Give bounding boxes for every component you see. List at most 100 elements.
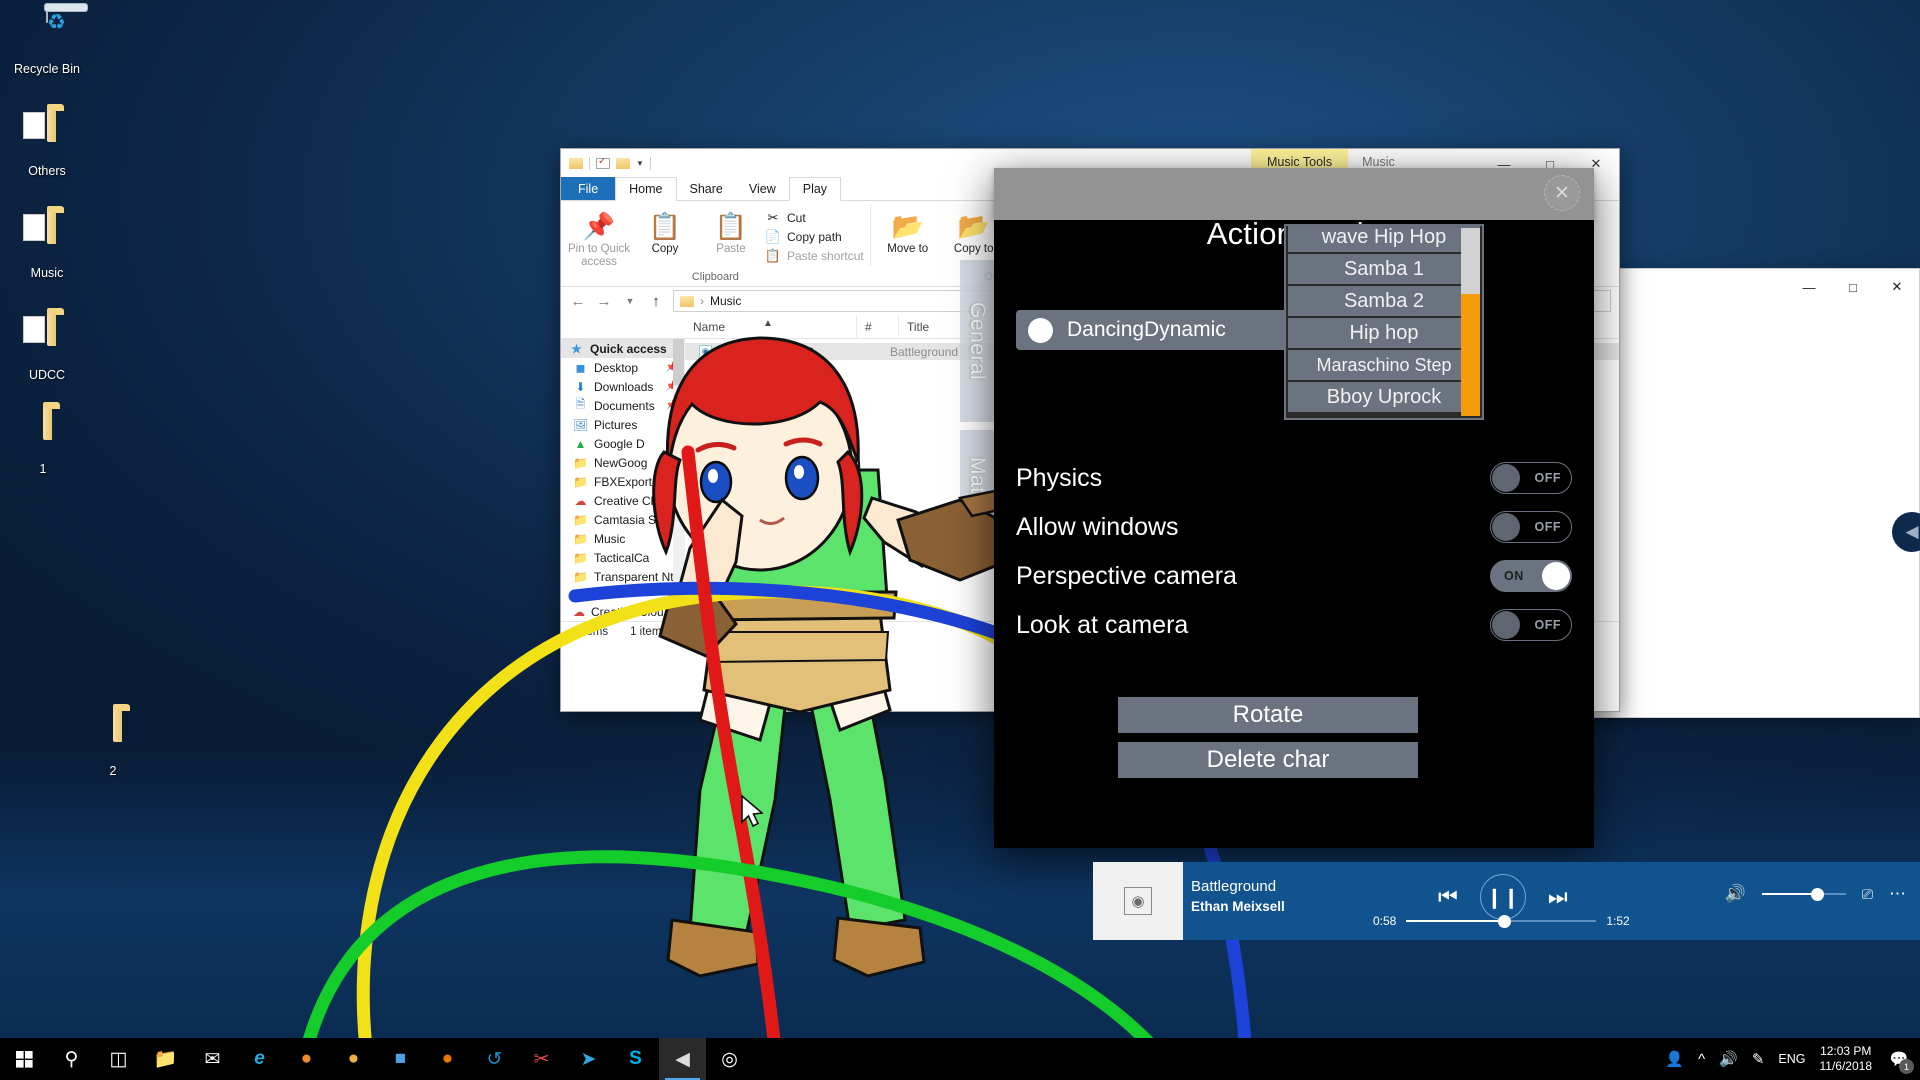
nav-fbxexport[interactable]: 📁 FBXExport bbox=[561, 472, 684, 491]
file-explorer-icon[interactable]: 📁 bbox=[142, 1038, 189, 1080]
task-view-icon[interactable]: ◫ bbox=[95, 1038, 142, 1080]
mail-icon[interactable]: ✉ bbox=[189, 1038, 236, 1080]
desktop-icon-others[interactable]: Others bbox=[4, 110, 90, 178]
telegram-icon[interactable]: ➤ bbox=[565, 1038, 612, 1080]
desktop-icon-2[interactable]: 2 bbox=[70, 710, 156, 778]
volume-handle[interactable] bbox=[1811, 888, 1824, 901]
scrollbar-track-upper[interactable] bbox=[1461, 228, 1480, 294]
close-button[interactable]: ✕ bbox=[1875, 269, 1919, 305]
tab-general[interactable]: General bbox=[960, 260, 994, 422]
nav-scrollbar[interactable] bbox=[673, 339, 684, 621]
nav-pictures[interactable]: 🖼 Pictures bbox=[561, 415, 684, 434]
pen-icon[interactable]: ✎ bbox=[1752, 1050, 1765, 1068]
nav-creative-cloud-files[interactable]: ☁ Creative Clou Fil ▾ bbox=[561, 602, 684, 621]
desktop-icon-udcc[interactable]: UDCC bbox=[4, 314, 90, 382]
volume-slider[interactable] bbox=[1762, 893, 1846, 895]
tab-view[interactable]: View bbox=[736, 178, 789, 200]
column-number[interactable]: # bbox=[857, 315, 899, 339]
perspective-camera-toggle[interactable]: ON bbox=[1490, 560, 1572, 592]
action-mode-panel[interactable]: Action mode DancingDynamic ▲▼ wave Hip H… bbox=[994, 168, 1594, 848]
up-button[interactable]: ↑ bbox=[647, 293, 665, 310]
desktop-icon-music[interactable]: Music bbox=[4, 212, 90, 280]
seek-handle[interactable] bbox=[1498, 915, 1511, 928]
list-item[interactable]: Bboy Uprock bbox=[1288, 382, 1480, 412]
tab-file[interactable]: File bbox=[561, 177, 615, 200]
list-item[interactable]: Maraschino Step bbox=[1288, 350, 1480, 380]
cast-icon[interactable]: ⎚ bbox=[1862, 886, 1873, 903]
rotate-button[interactable]: Rotate bbox=[1118, 697, 1418, 733]
nav-tacticalca[interactable]: 📁 TacticalCa bbox=[561, 548, 684, 567]
search-icon[interactable]: ⚲ bbox=[48, 1038, 95, 1080]
recent-locations-button[interactable]: ▼ bbox=[621, 296, 639, 306]
physics-toggle[interactable]: OFF bbox=[1490, 462, 1572, 494]
teamviewer-icon[interactable]: ↺ bbox=[471, 1038, 518, 1080]
scrollbar-thumb[interactable] bbox=[673, 339, 684, 385]
forward-button[interactable]: → bbox=[595, 293, 613, 310]
edge-icon[interactable]: e bbox=[236, 1038, 283, 1080]
secondary-app-window[interactable]: — □ ✕ bbox=[1593, 268, 1920, 718]
tab-material[interactable]: Material bbox=[960, 430, 994, 562]
language-indicator[interactable]: ENG bbox=[1778, 1052, 1805, 1066]
seek-bar[interactable] bbox=[1406, 920, 1596, 922]
tab-home[interactable]: Home bbox=[615, 177, 676, 201]
list-item[interactable]: Samba 2 bbox=[1288, 286, 1480, 316]
scrollbar-thumb[interactable] bbox=[1461, 294, 1480, 416]
people-icon[interactable]: 👤 bbox=[1665, 1050, 1684, 1068]
taskbar[interactable]: ⚲ ◫ 📁 ✉ e ● ● ■ ● ↺ ✂ ➤ S ◀ ◎ 👤 ^ 🔊 ✎ EN… bbox=[0, 1038, 1920, 1080]
copy-button[interactable]: 📋 Copy bbox=[633, 207, 697, 256]
desktop-icon-1[interactable]: 1 bbox=[0, 408, 86, 476]
delete-char-button[interactable]: Delete char bbox=[1118, 742, 1418, 778]
nav-newgoog[interactable]: 📁 NewGoog bbox=[561, 453, 684, 472]
more-options-icon[interactable]: ⋯ bbox=[1889, 884, 1906, 904]
paste-button[interactable]: 📋 Paste bbox=[699, 207, 763, 256]
nav-camtasia[interactable]: 📁 Camtasia Stu bbox=[561, 510, 684, 529]
allow-windows-toggle[interactable]: OFF bbox=[1490, 511, 1572, 543]
look-at-camera-toggle[interactable]: OFF bbox=[1490, 609, 1572, 641]
nav-documents[interactable]: 🗎 Documents 📌 bbox=[561, 396, 684, 415]
tab-play[interactable]: Play bbox=[789, 177, 841, 201]
blender-icon[interactable]: ● bbox=[424, 1038, 471, 1080]
close-circle-icon[interactable]: ✕ bbox=[1544, 175, 1580, 211]
minimize-button[interactable]: — bbox=[1787, 269, 1831, 305]
app-dark-icon[interactable]: ◀ bbox=[659, 1038, 706, 1080]
new-folder-icon[interactable] bbox=[616, 158, 630, 169]
chrome-icon[interactable]: ● bbox=[330, 1038, 377, 1080]
windows-start-icon[interactable] bbox=[0, 1038, 48, 1080]
move-to-button[interactable]: 📂 Move to bbox=[876, 207, 940, 256]
back-button[interactable]: ← bbox=[569, 293, 587, 310]
column-name[interactable]: Name ▲ bbox=[685, 315, 857, 339]
nav-music[interactable]: 📁 Music bbox=[561, 529, 684, 548]
camtasia-icon[interactable]: ◎ bbox=[706, 1038, 753, 1080]
desktop-icon-recycle-bin[interactable]: Recycle Bin bbox=[4, 8, 90, 76]
cut-button[interactable]: ✂ Cut bbox=[765, 210, 864, 226]
next-track-icon[interactable]: ⏭ bbox=[1548, 884, 1568, 910]
copy-path-button[interactable]: 📄 Copy path bbox=[765, 229, 864, 245]
nav-creative-cloud[interactable]: ☁ Creative Clou bbox=[561, 491, 684, 510]
show-hidden-icons[interactable]: ^ bbox=[1698, 1051, 1705, 1068]
skype-icon[interactable]: S bbox=[612, 1038, 659, 1080]
fl-studio-icon[interactable]: ● bbox=[283, 1038, 330, 1080]
notification-icon[interactable]: 💬 1 bbox=[1886, 1046, 1912, 1072]
nav-transparent[interactable]: 📁 Transparent Nt bbox=[561, 567, 684, 586]
maximize-button[interactable]: □ bbox=[1831, 269, 1875, 305]
nav-desktop[interactable]: ◼ Desktop 📌 bbox=[561, 358, 684, 377]
folder-icon[interactable] bbox=[569, 158, 583, 169]
list-item[interactable]: Hip hop bbox=[1288, 318, 1480, 348]
clock[interactable]: 12:03 PM 11/6/2018 bbox=[1820, 1044, 1873, 1074]
previous-track-icon[interactable]: ⏮ bbox=[1438, 884, 1458, 910]
action-list[interactable]: wave Hip Hop Samba 1 Samba 2 Hip hop Mar… bbox=[1284, 224, 1484, 420]
pin-to-quick-access-button[interactable]: 📌 Pin to Quick access bbox=[567, 207, 631, 269]
chevron-down-icon[interactable]: ▼ bbox=[636, 159, 644, 168]
nav-downloads[interactable]: ⬇ Downloads 📌 bbox=[561, 377, 684, 396]
properties-icon[interactable] bbox=[596, 158, 610, 169]
nav-quick-access[interactable]: ★ Quick access bbox=[561, 339, 684, 358]
photoshop-icon[interactable]: ✂ bbox=[518, 1038, 565, 1080]
navigation-pane[interactable]: ★ Quick access ◼ Desktop 📌 ⬇ Downloads 📌… bbox=[561, 339, 685, 621]
nav-google-drive[interactable]: ▲ Google D bbox=[561, 434, 684, 453]
paste-shortcut-button[interactable]: 📋 Paste shortcut bbox=[765, 248, 864, 264]
list-item[interactable]: Samba 1 bbox=[1288, 254, 1480, 284]
volume-icon[interactable]: 🔊 bbox=[1725, 884, 1746, 904]
volume-tray-icon[interactable]: 🔊 bbox=[1719, 1050, 1738, 1068]
action-selector-dropdown[interactable]: DancingDynamic ▲▼ bbox=[1016, 310, 1316, 350]
unity-icon[interactable]: ■ bbox=[377, 1038, 424, 1080]
